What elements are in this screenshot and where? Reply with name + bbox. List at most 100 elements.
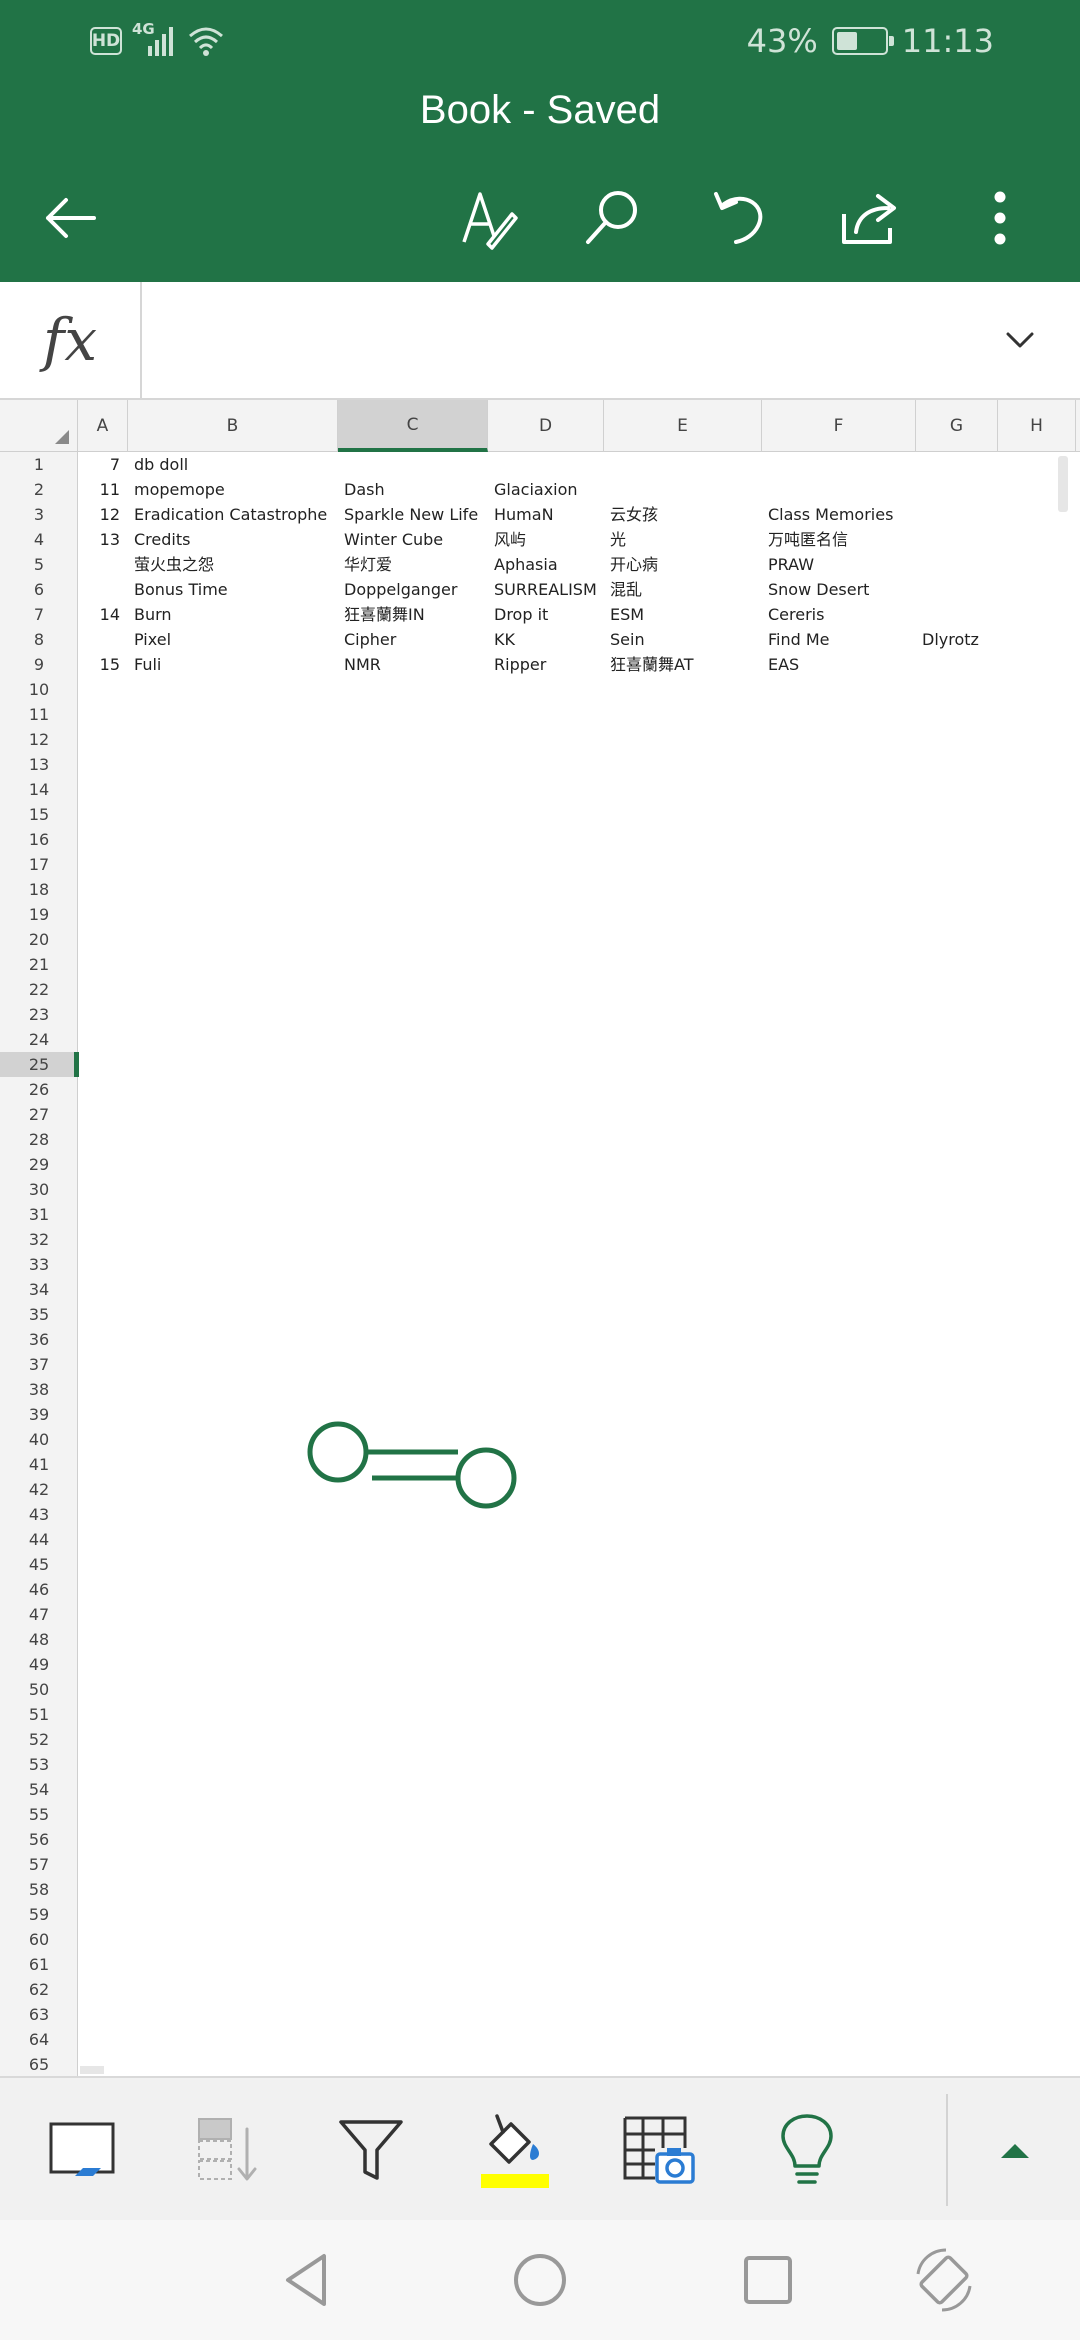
- row-header[interactable]: 20: [0, 927, 78, 952]
- cell-c6[interactable]: Doppelganger: [344, 577, 457, 602]
- row-header[interactable]: 16: [0, 827, 78, 852]
- cell-e7[interactable]: ESM: [610, 602, 644, 627]
- row-header[interactable]: 39: [0, 1402, 78, 1427]
- row-header[interactable]: 41: [0, 1452, 78, 1477]
- row-header[interactable]: 4: [0, 527, 78, 552]
- row-header[interactable]: 37: [0, 1352, 78, 1377]
- row-header[interactable]: 55: [0, 1802, 78, 1827]
- cell-d6[interactable]: SURREALISM: [494, 577, 597, 602]
- cell-e6[interactable]: 混乱: [610, 577, 642, 602]
- row-header[interactable]: 28: [0, 1127, 78, 1152]
- row-header[interactable]: 47: [0, 1602, 78, 1627]
- expand-ribbon-button[interactable]: [960, 2078, 1070, 2222]
- row-header[interactable]: 45: [0, 1552, 78, 1577]
- row-header[interactable]: 51: [0, 1702, 78, 1727]
- row-header[interactable]: 18: [0, 877, 78, 902]
- row-header[interactable]: 17: [0, 852, 78, 877]
- column-header-b[interactable]: B: [128, 400, 338, 452]
- row-header[interactable]: 24: [0, 1027, 78, 1052]
- row-header[interactable]: 3: [0, 502, 78, 527]
- cell-c9[interactable]: NMR: [344, 652, 381, 677]
- cell-c5[interactable]: 华灯爱: [344, 552, 392, 577]
- column-header-f[interactable]: F: [762, 400, 916, 452]
- row-header[interactable]: 6: [0, 577, 78, 602]
- horizontal-scrollbar[interactable]: [80, 2066, 104, 2074]
- row-header[interactable]: 2: [0, 477, 78, 502]
- spreadsheet-grid[interactable]: ABCDEFGH 1 2 3 4 5 6 7 8 9 10 11 12 13 14 15 16 17 18 19 20…: [0, 400, 1080, 2076]
- row-header[interactable]: 36: [0, 1327, 78, 1352]
- cell-d2[interactable]: Glaciaxion: [494, 477, 578, 502]
- cell-d5[interactable]: Aphasia: [494, 552, 558, 577]
- vertical-scrollbar[interactable]: [1058, 456, 1068, 512]
- cell-d7[interactable]: Drop it: [494, 602, 548, 627]
- row-header[interactable]: 30: [0, 1177, 78, 1202]
- row-header[interactable]: 35: [0, 1302, 78, 1327]
- cell-b2[interactable]: mopemope: [134, 477, 225, 502]
- cell-f7[interactable]: Cereris: [768, 602, 824, 627]
- row-header[interactable]: 14: [0, 777, 78, 802]
- row-header[interactable]: 26: [0, 1077, 78, 1102]
- row-header[interactable]: 38: [0, 1377, 78, 1402]
- cell-d8[interactable]: KK: [494, 627, 515, 652]
- row-header[interactable]: 57: [0, 1852, 78, 1877]
- row-header[interactable]: 48: [0, 1627, 78, 1652]
- row-header[interactable]: 19: [0, 902, 78, 927]
- cell-e8[interactable]: Sein: [610, 627, 645, 652]
- cell-a7[interactable]: 14: [78, 602, 120, 627]
- cell-d4[interactable]: 风屿: [494, 527, 526, 552]
- row-header[interactable]: 7: [0, 602, 78, 627]
- insert-picture-button[interactable]: [604, 2078, 714, 2222]
- row-header[interactable]: 5: [0, 552, 78, 577]
- cell-a3[interactable]: 12: [78, 502, 120, 527]
- row-header[interactable]: 34: [0, 1277, 78, 1302]
- column-header-d[interactable]: D: [488, 400, 604, 452]
- chevron-down-icon[interactable]: [1000, 320, 1040, 360]
- cell-e5[interactable]: 开心病: [610, 552, 658, 577]
- cell-a4[interactable]: 13: [78, 527, 120, 552]
- row-header[interactable]: 21: [0, 952, 78, 977]
- cell-f8[interactable]: Find Me: [768, 627, 830, 652]
- row-header[interactable]: 27: [0, 1102, 78, 1127]
- cell-e4[interactable]: 光: [610, 527, 626, 552]
- row-header[interactable]: 62: [0, 1977, 78, 2002]
- row-header[interactable]: 23: [0, 1002, 78, 1027]
- cell-b3[interactable]: Eradication Catastrophe: [134, 502, 327, 527]
- row-header[interactable]: 43: [0, 1502, 78, 1527]
- column-header-c[interactable]: C: [338, 400, 488, 452]
- cell-d3[interactable]: HumaN: [494, 502, 554, 527]
- cell-area[interactable]: 7 db doll 11 mopemope Dash Glaciaxion 12 Eradic…: [78, 452, 1080, 2076]
- cell-f4[interactable]: 万吨匿名信: [768, 527, 848, 552]
- draw-button[interactable]: [446, 176, 530, 260]
- cell-f9[interactable]: EAS: [768, 652, 799, 677]
- cell-e9[interactable]: 狂喜蘭舞AT: [610, 652, 693, 677]
- row-header[interactable]: 25: [0, 1052, 79, 1077]
- cell-a9[interactable]: 15: [78, 652, 120, 677]
- cell-b6[interactable]: Bonus Time: [134, 577, 228, 602]
- cell-c3[interactable]: Sparkle New Life: [344, 502, 478, 527]
- rotate-screen-button[interactable]: [902, 2238, 986, 2322]
- cell-a1[interactable]: 7: [78, 452, 120, 477]
- fill-color-button[interactable]: [460, 2078, 570, 2222]
- row-header[interactable]: 42: [0, 1477, 78, 1502]
- row-header[interactable]: 50: [0, 1677, 78, 1702]
- cell-e3[interactable]: 云女孩: [610, 502, 658, 527]
- filter-button[interactable]: [316, 2078, 426, 2222]
- undo-button[interactable]: [698, 176, 782, 260]
- row-header[interactable]: 11: [0, 702, 78, 727]
- row-header[interactable]: 40: [0, 1427, 78, 1452]
- row-header[interactable]: 58: [0, 1877, 78, 1902]
- row-header[interactable]: 1: [0, 452, 78, 477]
- formula-input[interactable]: [150, 282, 970, 398]
- cell-b5[interactable]: 萤火虫之怨: [134, 552, 214, 577]
- cell-b8[interactable]: Pixel: [134, 627, 171, 652]
- row-header[interactable]: 33: [0, 1252, 78, 1277]
- row-header[interactable]: 60: [0, 1927, 78, 1952]
- cell-c2[interactable]: Dash: [344, 477, 385, 502]
- row-header[interactable]: 13: [0, 752, 78, 777]
- cell-c8[interactable]: Cipher: [344, 627, 396, 652]
- row-header[interactable]: 31: [0, 1202, 78, 1227]
- column-header-a[interactable]: A: [78, 400, 128, 452]
- system-back-button[interactable]: [266, 2238, 350, 2322]
- row-header[interactable]: 46: [0, 1577, 78, 1602]
- cell-b7[interactable]: Burn: [134, 602, 172, 627]
